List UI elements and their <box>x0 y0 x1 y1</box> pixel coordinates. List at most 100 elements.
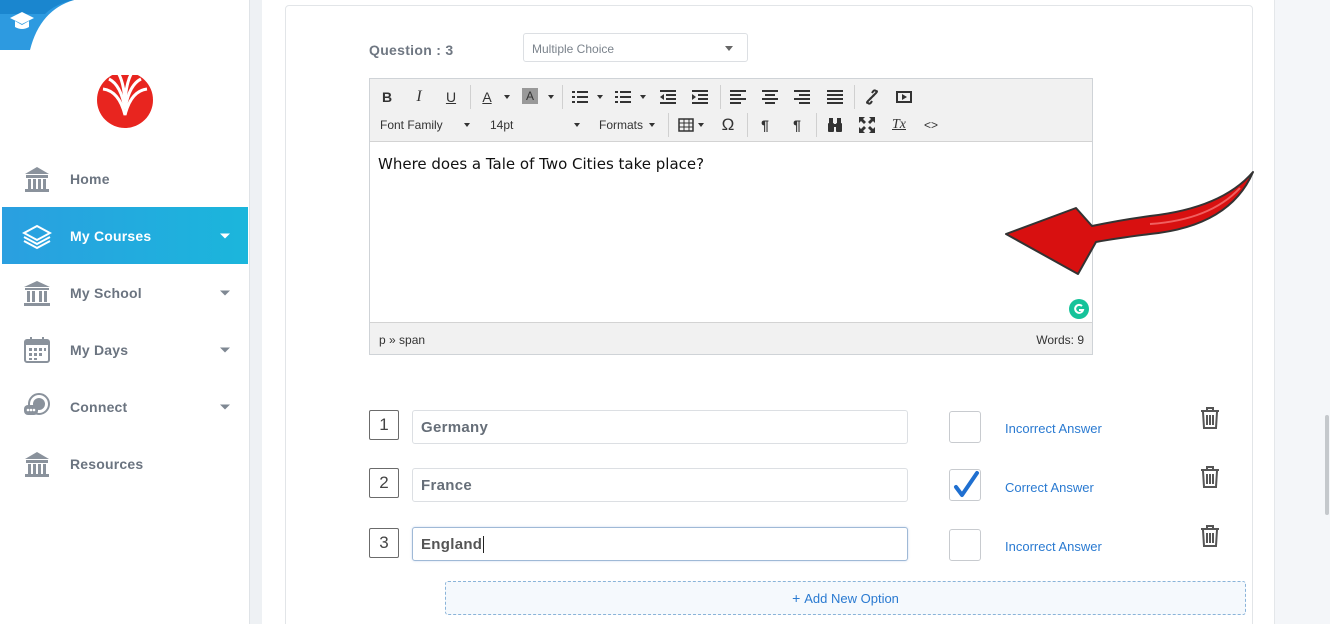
correct-checkbox[interactable] <box>949 469 981 501</box>
toolbar-separator <box>720 85 721 109</box>
chevron-down-icon <box>725 46 733 51</box>
sidebar-item-my-school[interactable]: My School <box>2 264 248 321</box>
text-color-button[interactable]: A <box>478 85 496 109</box>
option-input[interactable]: Germany <box>412 410 908 444</box>
sidebar-item-my-courses[interactable]: My Courses <box>2 207 248 264</box>
question-type-value: Multiple Choice <box>532 42 615 56</box>
right-panel <box>1274 0 1330 624</box>
underline-button[interactable]: U <box>442 85 460 109</box>
editor-toolbar: B I U A A Font Family 14pt Formats Ω ¶ ¶… <box>370 79 1092 142</box>
text-cursor <box>483 535 485 553</box>
sidebar-item-label: My Courses <box>70 227 152 244</box>
sidebar-item-resources[interactable]: Resources <box>2 435 248 492</box>
sidebar-item-my-days[interactable]: My Days <box>2 321 248 378</box>
italic-button[interactable]: I <box>410 85 428 109</box>
answer-status[interactable]: Incorrect Answer <box>1005 421 1102 436</box>
chevron-down-icon[interactable] <box>504 95 510 99</box>
clear-format-button[interactable]: Tx <box>889 113 909 137</box>
font-size-label: 14pt <box>490 118 514 132</box>
option-number: 2 <box>369 468 399 498</box>
outdent-icon[interactable] <box>658 85 678 109</box>
option-value: France <box>421 476 472 494</box>
chevron-down-icon[interactable] <box>220 290 230 295</box>
chevron-down-icon[interactable] <box>220 347 230 352</box>
toolbar-separator <box>854 85 855 109</box>
correct-checkbox[interactable] <box>949 529 981 561</box>
sidebar-item-home[interactable]: Home <box>2 150 248 207</box>
rich-text-editor: B I U A A Font Family 14pt Formats Ω ¶ ¶… <box>369 78 1093 355</box>
stack-layers-icon <box>22 221 52 251</box>
media-icon[interactable] <box>894 85 914 109</box>
correct-checkbox[interactable] <box>949 411 981 443</box>
sidebar-item-label: My Days <box>70 341 129 358</box>
formats-dropdown[interactable]: Formats <box>599 113 659 137</box>
chevron-down-icon <box>464 123 470 127</box>
code-view-button[interactable]: <> <box>921 113 941 137</box>
trash-icon[interactable] <box>1199 406 1221 430</box>
editor-statusbar: p » span Words: 9 <box>370 322 1092 354</box>
chevron-down-icon[interactable] <box>597 95 603 99</box>
chat-bubbles-icon <box>22 392 52 422</box>
formats-label: Formats <box>599 118 644 132</box>
plus-icon: + <box>792 590 801 606</box>
school-logo <box>95 67 155 128</box>
checkmark-icon <box>954 471 979 497</box>
chevron-down-icon <box>574 123 580 127</box>
toolbar-separator <box>747 113 748 137</box>
binoculars-icon[interactable] <box>825 113 845 137</box>
add-option-button[interactable]: + Add New Option <box>445 581 1246 615</box>
chevron-down-icon[interactable] <box>698 123 704 127</box>
calendar-icon <box>22 335 52 365</box>
chevron-down-icon[interactable] <box>220 233 230 238</box>
align-right-icon[interactable] <box>792 85 812 109</box>
align-center-icon[interactable] <box>760 85 780 109</box>
align-justify-icon[interactable] <box>825 85 845 109</box>
graduation-cap-corner-icon <box>0 0 74 50</box>
option-input[interactable]: France <box>412 468 908 502</box>
rtl-paragraph-icon[interactable]: ¶ <box>787 113 807 137</box>
special-char-button[interactable]: Ω <box>718 113 738 137</box>
sidebar-item-connect[interactable]: Connect <box>2 378 248 435</box>
sidebar: Home My Courses My School My Days Connec… <box>0 0 250 624</box>
numbered-list-icon[interactable] <box>613 85 633 109</box>
trash-icon[interactable] <box>1199 524 1221 548</box>
indent-icon[interactable] <box>690 85 710 109</box>
answer-status[interactable]: Correct Answer <box>1005 480 1094 495</box>
option-number: 1 <box>369 410 399 440</box>
font-family-dropdown[interactable]: Font Family <box>380 113 476 137</box>
question-text: Where does a Tale of Two Cities take pla… <box>378 155 705 173</box>
link-icon[interactable] <box>862 85 882 109</box>
font-size-dropdown[interactable]: 14pt <box>490 113 584 137</box>
chevron-down-icon[interactable] <box>548 95 554 99</box>
red-arrow-annotation <box>1005 171 1254 275</box>
sidebar-item-label: Home <box>70 170 110 187</box>
option-number: 3 <box>369 528 399 558</box>
chevron-down-icon <box>649 123 655 127</box>
grammarly-icon[interactable] <box>1069 299 1089 319</box>
ltr-paragraph-icon[interactable]: ¶ <box>755 113 775 137</box>
institution-columns-icon <box>22 278 52 308</box>
toolbar-separator <box>562 85 563 109</box>
bold-button[interactable]: B <box>378 85 396 109</box>
align-left-icon[interactable] <box>728 85 748 109</box>
sidebar-nav: Home My Courses My School My Days Connec… <box>2 150 248 492</box>
bullet-list-icon[interactable] <box>570 85 590 109</box>
answer-status[interactable]: Incorrect Answer <box>1005 539 1102 554</box>
word-count: Words: 9 <box>1036 333 1084 347</box>
trash-icon[interactable] <box>1199 465 1221 489</box>
option-input[interactable]: England <box>412 527 908 561</box>
bg-color-button[interactable]: A <box>522 88 538 104</box>
editor-content[interactable]: Where does a Tale of Two Cities take pla… <box>370 142 1092 322</box>
table-icon[interactable] <box>676 113 696 137</box>
toolbar-separator <box>816 113 817 137</box>
sidebar-item-label: Resources <box>70 455 144 472</box>
school-building-icon <box>22 164 52 194</box>
chevron-down-icon[interactable] <box>640 95 646 99</box>
question-type-select[interactable]: Multiple Choice <box>523 33 748 62</box>
scrollbar-thumb[interactable] <box>1325 415 1329 515</box>
element-path: p » span <box>379 333 426 347</box>
toolbar-separator <box>668 113 669 137</box>
fullscreen-icon[interactable] <box>857 113 877 137</box>
chevron-down-icon[interactable] <box>220 404 230 409</box>
sidebar-item-label: My School <box>70 284 142 301</box>
